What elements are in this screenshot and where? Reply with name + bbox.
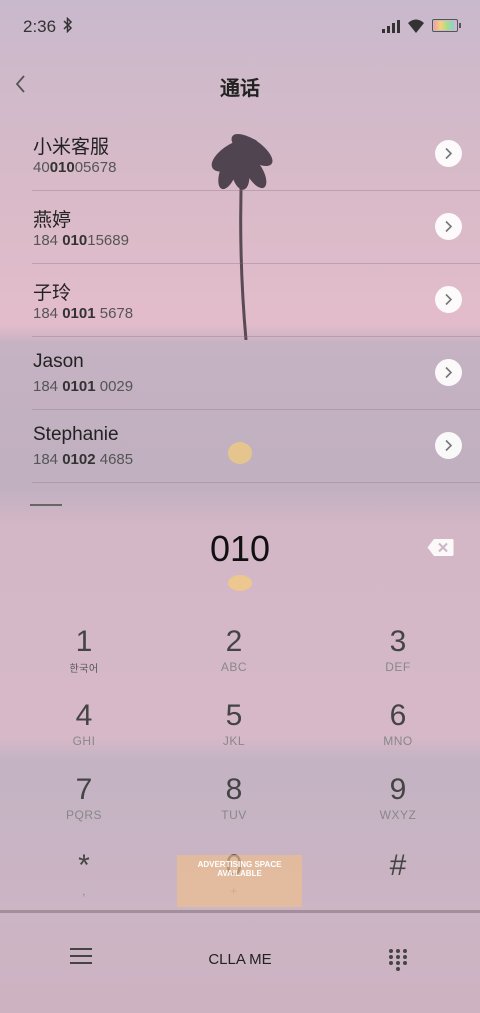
battery-icon <box>432 19 458 32</box>
bluetooth-icon <box>63 16 73 38</box>
key-4[interactable]: 4 GHI <box>14 700 154 770</box>
chevron-right-icon <box>445 147 453 160</box>
backspace-icon <box>427 539 454 556</box>
chevron-right-icon <box>445 366 453 379</box>
partial-list-item <box>30 498 70 506</box>
key-9[interactable]: 9 WXYZ <box>328 774 468 844</box>
dial-display: 010 <box>0 524 480 574</box>
key-2[interactable]: 2 ABC <box>164 626 304 696</box>
key-5[interactable]: 5 JKL <box>164 700 304 770</box>
signal-icon <box>382 20 402 33</box>
contact-number: 184 0101 5678 <box>33 305 134 322</box>
contact-number: 184 0101 0029 <box>33 378 134 395</box>
chevron-right-icon <box>445 293 453 306</box>
dial-input[interactable]: 010 <box>0 528 480 570</box>
contact-name: 小米客服 <box>33 137 110 158</box>
delete-button[interactable] <box>427 538 454 557</box>
contact-detail-button[interactable] <box>435 359 462 386</box>
contact-number: 4001005678 <box>33 159 117 176</box>
chevron-right-icon <box>445 220 453 233</box>
contact-detail-button[interactable] <box>435 213 462 240</box>
list-item[interactable]: Jason 184 0101 0029 <box>0 337 480 410</box>
wifi-icon <box>406 18 426 34</box>
contact-detail-button[interactable] <box>435 432 462 459</box>
battery-tip <box>459 23 461 28</box>
keypad-toggle-button[interactable] <box>389 949 409 971</box>
header: 通话 <box>0 60 480 110</box>
sun-reflection-image <box>228 575 252 591</box>
contact-number: 184 01015689 <box>33 232 129 249</box>
contact-list: 小米客服 4001005678 燕婷 184 01015689 子玲 184 0… <box>0 118 480 483</box>
list-item[interactable]: Stephanie 184 0102 4685 <box>0 410 480 483</box>
key-6[interactable]: 6 MNO <box>328 700 468 770</box>
list-item[interactable]: 小米客服 4001005678 <box>0 118 480 191</box>
contact-detail-button[interactable] <box>435 140 462 167</box>
contact-name: 子玲 <box>33 283 72 304</box>
list-item[interactable]: 子玲 184 0101 5678 <box>0 264 480 337</box>
key-1[interactable]: 1 한국어 <box>14 626 154 696</box>
contact-name: Jason <box>33 351 84 372</box>
key-7[interactable]: 7 PQRS <box>14 774 154 844</box>
contact-name: Stephanie <box>33 424 119 445</box>
contact-number: 184 0102 4685 <box>33 451 134 468</box>
key-8[interactable]: 8 TUV <box>164 774 304 844</box>
page-title: 通话 <box>220 78 260 100</box>
call-button-label: CLLA ME <box>208 951 272 968</box>
bottom-bar: CLLA ME <box>0 913 480 1013</box>
status-time: 2:36 <box>23 17 57 36</box>
status-bar: 2:36 <box>0 0 480 52</box>
contact-detail-button[interactable] <box>435 286 462 313</box>
list-item[interactable]: 燕婷 184 01015689 <box>0 191 480 264</box>
contact-name: 燕婷 <box>33 210 72 231</box>
chevron-right-icon <box>445 439 453 452</box>
key-3[interactable]: 3 DEF <box>328 626 468 696</box>
